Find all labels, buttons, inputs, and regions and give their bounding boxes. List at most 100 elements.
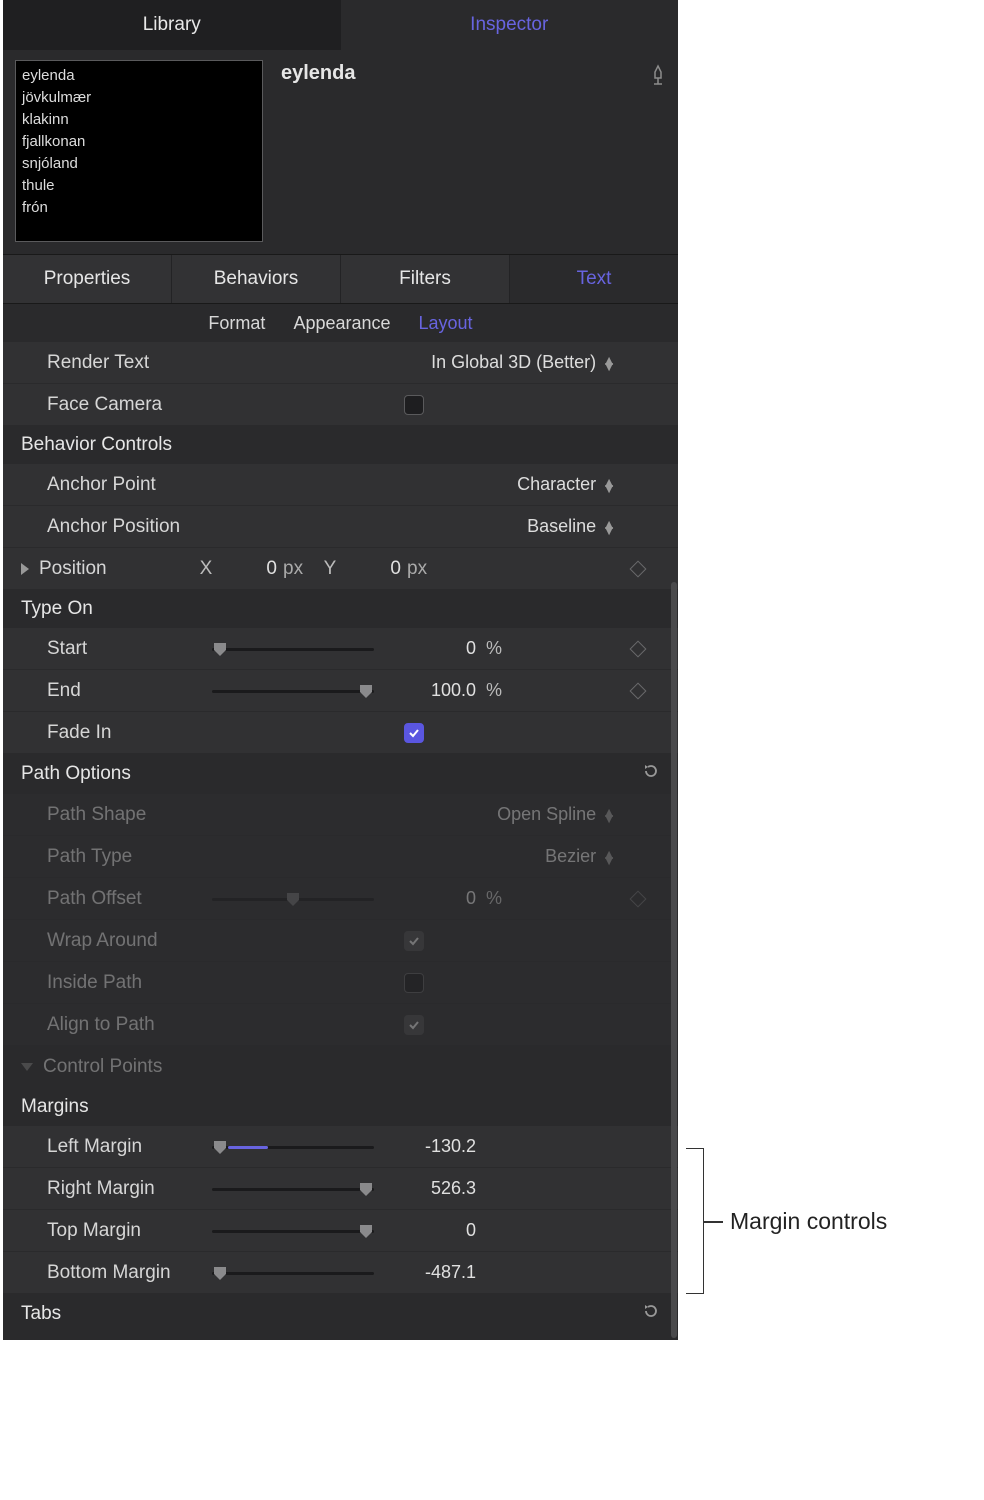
textsub-format[interactable]: Format bbox=[208, 313, 265, 334]
tab-inspector[interactable]: Inspector bbox=[341, 0, 679, 50]
preview-line: jövkulmær bbox=[22, 87, 256, 109]
preview-line: frón bbox=[22, 197, 256, 219]
behavior-controls-header: Behavior Controls bbox=[3, 426, 678, 464]
row-anchor-point: Anchor Point Character ▲▼ bbox=[3, 464, 678, 506]
path-shape-value: Open Spline bbox=[497, 804, 596, 825]
top-margin-slider[interactable] bbox=[212, 1221, 374, 1241]
anchor-point-label: Anchor Point bbox=[47, 474, 212, 496]
row-render-text: Render Text In Global 3D (Better) ▲▼ bbox=[3, 342, 678, 384]
render-text-dropdown[interactable]: In Global 3D (Better) ▲▼ bbox=[431, 352, 616, 373]
anchor-position-dropdown[interactable]: Baseline ▲▼ bbox=[527, 516, 616, 537]
top-margin-label: Top Margin bbox=[47, 1220, 212, 1242]
path-type-value: Bezier bbox=[545, 846, 596, 867]
tabs-section-header: Tabs bbox=[3, 1294, 678, 1340]
disclosure-down-icon[interactable] bbox=[21, 1063, 33, 1071]
tab-library[interactable]: Library bbox=[3, 0, 341, 50]
row-fade-in: Fade In bbox=[3, 712, 678, 754]
position-x-value[interactable]: 0 bbox=[223, 558, 277, 580]
render-text-value: In Global 3D (Better) bbox=[431, 352, 596, 373]
end-value[interactable]: 100.0 bbox=[384, 680, 476, 701]
row-inside-path: Inside Path bbox=[3, 962, 678, 1004]
margins-header: Margins bbox=[3, 1088, 678, 1126]
scrollbar-thumb[interactable] bbox=[671, 582, 677, 1338]
callout-bracket bbox=[686, 1148, 704, 1294]
stepper-icon: ▲▼ bbox=[602, 357, 616, 369]
fade-in-label: Fade In bbox=[47, 722, 212, 744]
wrap-around-label: Wrap Around bbox=[47, 930, 212, 952]
stepper-icon: ▲▼ bbox=[602, 479, 616, 491]
textsub-layout[interactable]: Layout bbox=[419, 313, 473, 334]
bottom-margin-value[interactable]: -487.1 bbox=[384, 1262, 476, 1283]
anchor-point-dropdown[interactable]: Character ▲▼ bbox=[517, 474, 616, 495]
reset-icon[interactable] bbox=[642, 1302, 660, 1326]
right-margin-slider[interactable] bbox=[212, 1179, 374, 1199]
object-title: eylenda bbox=[281, 60, 618, 242]
keyframe-icon[interactable] bbox=[630, 890, 647, 907]
row-path-type: Path Type Bezier ▲▼ bbox=[3, 836, 678, 878]
left-margin-value[interactable]: -130.2 bbox=[384, 1136, 476, 1157]
right-margin-value[interactable]: 526.3 bbox=[384, 1178, 476, 1199]
end-unit: % bbox=[486, 680, 514, 701]
face-camera-checkbox[interactable] bbox=[404, 395, 424, 415]
wrap-around-checkbox[interactable] bbox=[404, 931, 424, 951]
position-y-unit: px bbox=[401, 558, 437, 580]
end-slider[interactable] bbox=[212, 681, 374, 701]
inside-path-checkbox[interactable] bbox=[404, 973, 424, 993]
path-options-header: Path Options bbox=[3, 754, 678, 794]
scrollbar[interactable] bbox=[670, 582, 678, 1338]
row-wrap-around: Wrap Around bbox=[3, 920, 678, 962]
row-end: End 100.0 % bbox=[3, 670, 678, 712]
stepper-icon: ▲▼ bbox=[602, 809, 616, 821]
keyframe-icon[interactable] bbox=[630, 640, 647, 657]
position-y-value[interactable]: 0 bbox=[347, 558, 401, 580]
preview-line: snjóland bbox=[22, 153, 256, 175]
top-margin-value[interactable]: 0 bbox=[384, 1220, 476, 1241]
row-start: Start 0 % bbox=[3, 628, 678, 670]
row-path-offset: Path Offset 0 % bbox=[3, 878, 678, 920]
reset-icon[interactable] bbox=[642, 762, 660, 786]
type-on-title: Type On bbox=[21, 598, 93, 620]
keyframe-icon[interactable] bbox=[630, 560, 647, 577]
start-slider[interactable] bbox=[212, 639, 374, 659]
bottom-margin-label: Bottom Margin bbox=[47, 1262, 212, 1284]
keyframe-icon[interactable] bbox=[630, 682, 647, 699]
align-to-path-checkbox[interactable] bbox=[404, 1015, 424, 1035]
path-options-title: Path Options bbox=[21, 763, 131, 785]
subtab-filters[interactable]: Filters bbox=[341, 255, 510, 303]
row-face-camera: Face Camera bbox=[3, 384, 678, 426]
row-align-to-path: Align to Path bbox=[3, 1004, 678, 1046]
preview-line: thule bbox=[22, 175, 256, 197]
start-value[interactable]: 0 bbox=[384, 638, 476, 659]
tabs-section-title: Tabs bbox=[21, 1303, 61, 1325]
path-shape-dropdown[interactable]: Open Spline ▲▼ bbox=[497, 804, 616, 825]
bottom-margin-slider[interactable] bbox=[212, 1263, 374, 1283]
position-x-label: X bbox=[189, 558, 223, 580]
stepper-icon: ▲▼ bbox=[602, 521, 616, 533]
preview-line: eylenda bbox=[22, 65, 256, 87]
row-control-points: Control Points bbox=[3, 1046, 678, 1088]
position-label: Position bbox=[39, 558, 189, 580]
subtab-text[interactable]: Text bbox=[510, 255, 678, 303]
face-camera-label: Face Camera bbox=[47, 394, 212, 416]
left-margin-slider[interactable] bbox=[212, 1137, 374, 1157]
subtab-properties[interactable]: Properties bbox=[3, 255, 172, 303]
fade-in-checkbox[interactable] bbox=[404, 723, 424, 743]
top-tabs: Library Inspector bbox=[3, 0, 678, 50]
stepper-icon: ▲▼ bbox=[602, 851, 616, 863]
preview-line: fjallkonan bbox=[22, 131, 256, 153]
pin-icon[interactable] bbox=[636, 60, 666, 242]
anchor-point-value: Character bbox=[517, 474, 596, 495]
path-offset-slider[interactable] bbox=[212, 889, 374, 909]
path-type-label: Path Type bbox=[47, 846, 212, 868]
preview-line: klakinn bbox=[22, 109, 256, 131]
align-to-path-label: Align to Path bbox=[47, 1014, 212, 1036]
subtab-behaviors[interactable]: Behaviors bbox=[172, 255, 341, 303]
textsub-appearance[interactable]: Appearance bbox=[293, 313, 390, 334]
path-type-dropdown[interactable]: Bezier ▲▼ bbox=[545, 846, 616, 867]
path-offset-value[interactable]: 0 bbox=[384, 888, 476, 909]
row-anchor-position: Anchor Position Baseline ▲▼ bbox=[3, 506, 678, 548]
row-bottom-margin: Bottom Margin -487.1 bbox=[3, 1252, 678, 1294]
type-on-header: Type On bbox=[3, 590, 678, 628]
preview-area: eylenda jövkulmær klakinn fjallkonan snj… bbox=[3, 50, 678, 254]
disclosure-right-icon[interactable] bbox=[21, 563, 29, 575]
